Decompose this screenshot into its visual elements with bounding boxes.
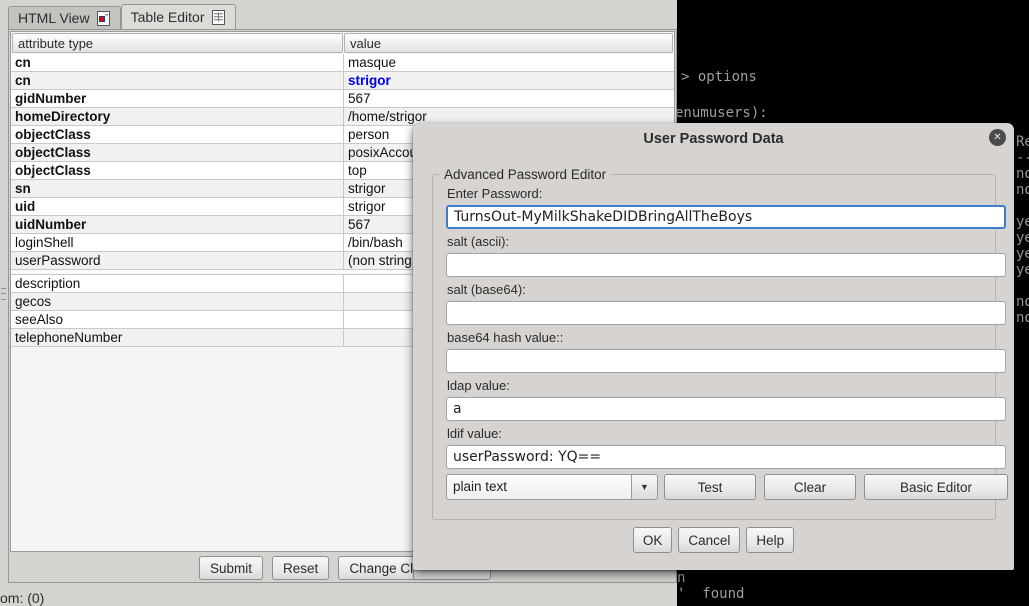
dialog-title: User Password Data xyxy=(413,123,1014,147)
field-label: salt (ascii): xyxy=(447,234,1008,250)
field-label: Enter Password: xyxy=(447,186,1008,202)
column-header-value[interactable]: value xyxy=(344,33,673,53)
table-row[interactable]: cn masque xyxy=(11,54,674,72)
attribute-cell[interactable]: cn xyxy=(11,72,343,89)
hash-type-row: plain text ▼ Test Clear Basic Editor xyxy=(446,474,1008,500)
form-field: Enter Password: xyxy=(446,186,1008,229)
dialog-button-row: OK Cancel Help xyxy=(413,527,1014,553)
hash-type-select[interactable]: plain text xyxy=(446,474,632,500)
password-fields: Enter Password: salt (ascii): salt (base… xyxy=(446,186,1008,469)
attribute-cell[interactable]: uidNumber xyxy=(11,216,343,233)
field-label: base64 hash value:: xyxy=(447,330,1008,346)
form-field: ldif value: xyxy=(446,426,1008,469)
field-input[interactable] xyxy=(446,445,1006,469)
tab-html-view-label: HTML View xyxy=(18,10,90,26)
status-bar-text: om: (0) xyxy=(0,590,44,606)
attribute-cell[interactable]: loginShell xyxy=(11,234,343,251)
form-field: salt (ascii): xyxy=(446,234,1008,277)
field-input[interactable] xyxy=(446,301,1006,325)
document-table-icon xyxy=(211,10,226,25)
groupbox-title: Advanced Password Editor xyxy=(439,167,611,182)
dialog-button[interactable]: Help xyxy=(746,527,794,553)
attribute-cell[interactable]: description xyxy=(11,275,343,292)
attribute-cell[interactable]: objectClass xyxy=(11,162,343,179)
hash-action-button[interactable]: Basic Editor xyxy=(864,474,1008,500)
attribute-cell[interactable]: sn xyxy=(11,180,343,197)
attribute-cell[interactable]: gecos xyxy=(11,293,343,310)
attribute-cell[interactable]: seeAlso xyxy=(11,311,343,328)
tab-bar: HTML View Table Editor xyxy=(8,4,236,29)
dialog-content: Enter Password: salt (ascii): salt (base… xyxy=(446,186,1008,500)
footer-button-row: Submit Reset Change Class xyxy=(199,556,445,580)
attribute-cell[interactable]: objectClass xyxy=(11,144,343,161)
chevron-down-icon[interactable]: ▼ xyxy=(632,474,658,500)
splitter-handle[interactable] xyxy=(0,0,8,583)
footer-button[interactable]: Submit xyxy=(199,556,263,580)
field-input[interactable] xyxy=(446,349,1006,373)
attribute-cell[interactable]: userPassword xyxy=(11,252,343,269)
hash-action-buttons: Test Clear Basic Editor xyxy=(658,474,1008,500)
hash-action-button[interactable]: Clear xyxy=(764,474,856,500)
value-cell[interactable]: strigor xyxy=(343,72,674,89)
field-input[interactable] xyxy=(446,253,1006,277)
tab-html-view[interactable]: HTML View xyxy=(8,6,121,29)
field-label: ldif value: xyxy=(447,426,1008,442)
attribute-cell[interactable]: objectClass xyxy=(11,126,343,143)
terminal-right-fragments: Re -- no no ye ye ye ye no no xyxy=(1016,134,1029,326)
attribute-cell[interactable]: gidNumber xyxy=(11,90,343,107)
field-input[interactable] xyxy=(446,205,1006,229)
field-label: ldap value: xyxy=(447,378,1008,394)
value-cell[interactable]: masque xyxy=(343,54,674,71)
tab-table-editor-label: Table Editor xyxy=(131,9,205,25)
attribute-cell[interactable]: homeDirectory xyxy=(11,108,343,125)
attribute-cell[interactable]: cn xyxy=(11,54,343,71)
tab-table-editor[interactable]: Table Editor xyxy=(121,4,236,29)
table-row[interactable]: cn strigor xyxy=(11,72,674,90)
document-html-icon xyxy=(96,11,111,26)
table-row[interactable]: gidNumber 567 xyxy=(11,90,674,108)
terminal-line-options: > options xyxy=(681,69,757,85)
form-field: ldap value: xyxy=(446,378,1008,421)
table-header: attribute type value xyxy=(11,32,674,54)
close-icon[interactable]: ✕ xyxy=(989,129,1006,146)
user-password-dialog: User Password Data ✕ Advanced Password E… xyxy=(413,123,1014,570)
splitter-grip-icon xyxy=(1,288,6,300)
terminal-bottom-lines: n ' found xyxy=(677,570,744,602)
value-cell[interactable]: 567 xyxy=(343,90,674,107)
attribute-cell[interactable]: uid xyxy=(11,198,343,215)
dialog-button[interactable]: OK xyxy=(633,527,673,553)
field-label: salt (base64): xyxy=(447,282,1008,298)
terminal-line-enumusers: enumusers): xyxy=(675,105,768,121)
field-input[interactable] xyxy=(446,397,1006,421)
form-field: base64 hash value:: xyxy=(446,330,1008,373)
column-header-attribute-type[interactable]: attribute type xyxy=(12,33,343,53)
footer-button[interactable]: Reset xyxy=(272,556,329,580)
hash-action-button[interactable]: Test xyxy=(664,474,756,500)
attribute-cell[interactable]: telephoneNumber xyxy=(11,329,343,346)
form-field: salt (base64): xyxy=(446,282,1008,325)
dialog-button[interactable]: Cancel xyxy=(678,527,740,553)
